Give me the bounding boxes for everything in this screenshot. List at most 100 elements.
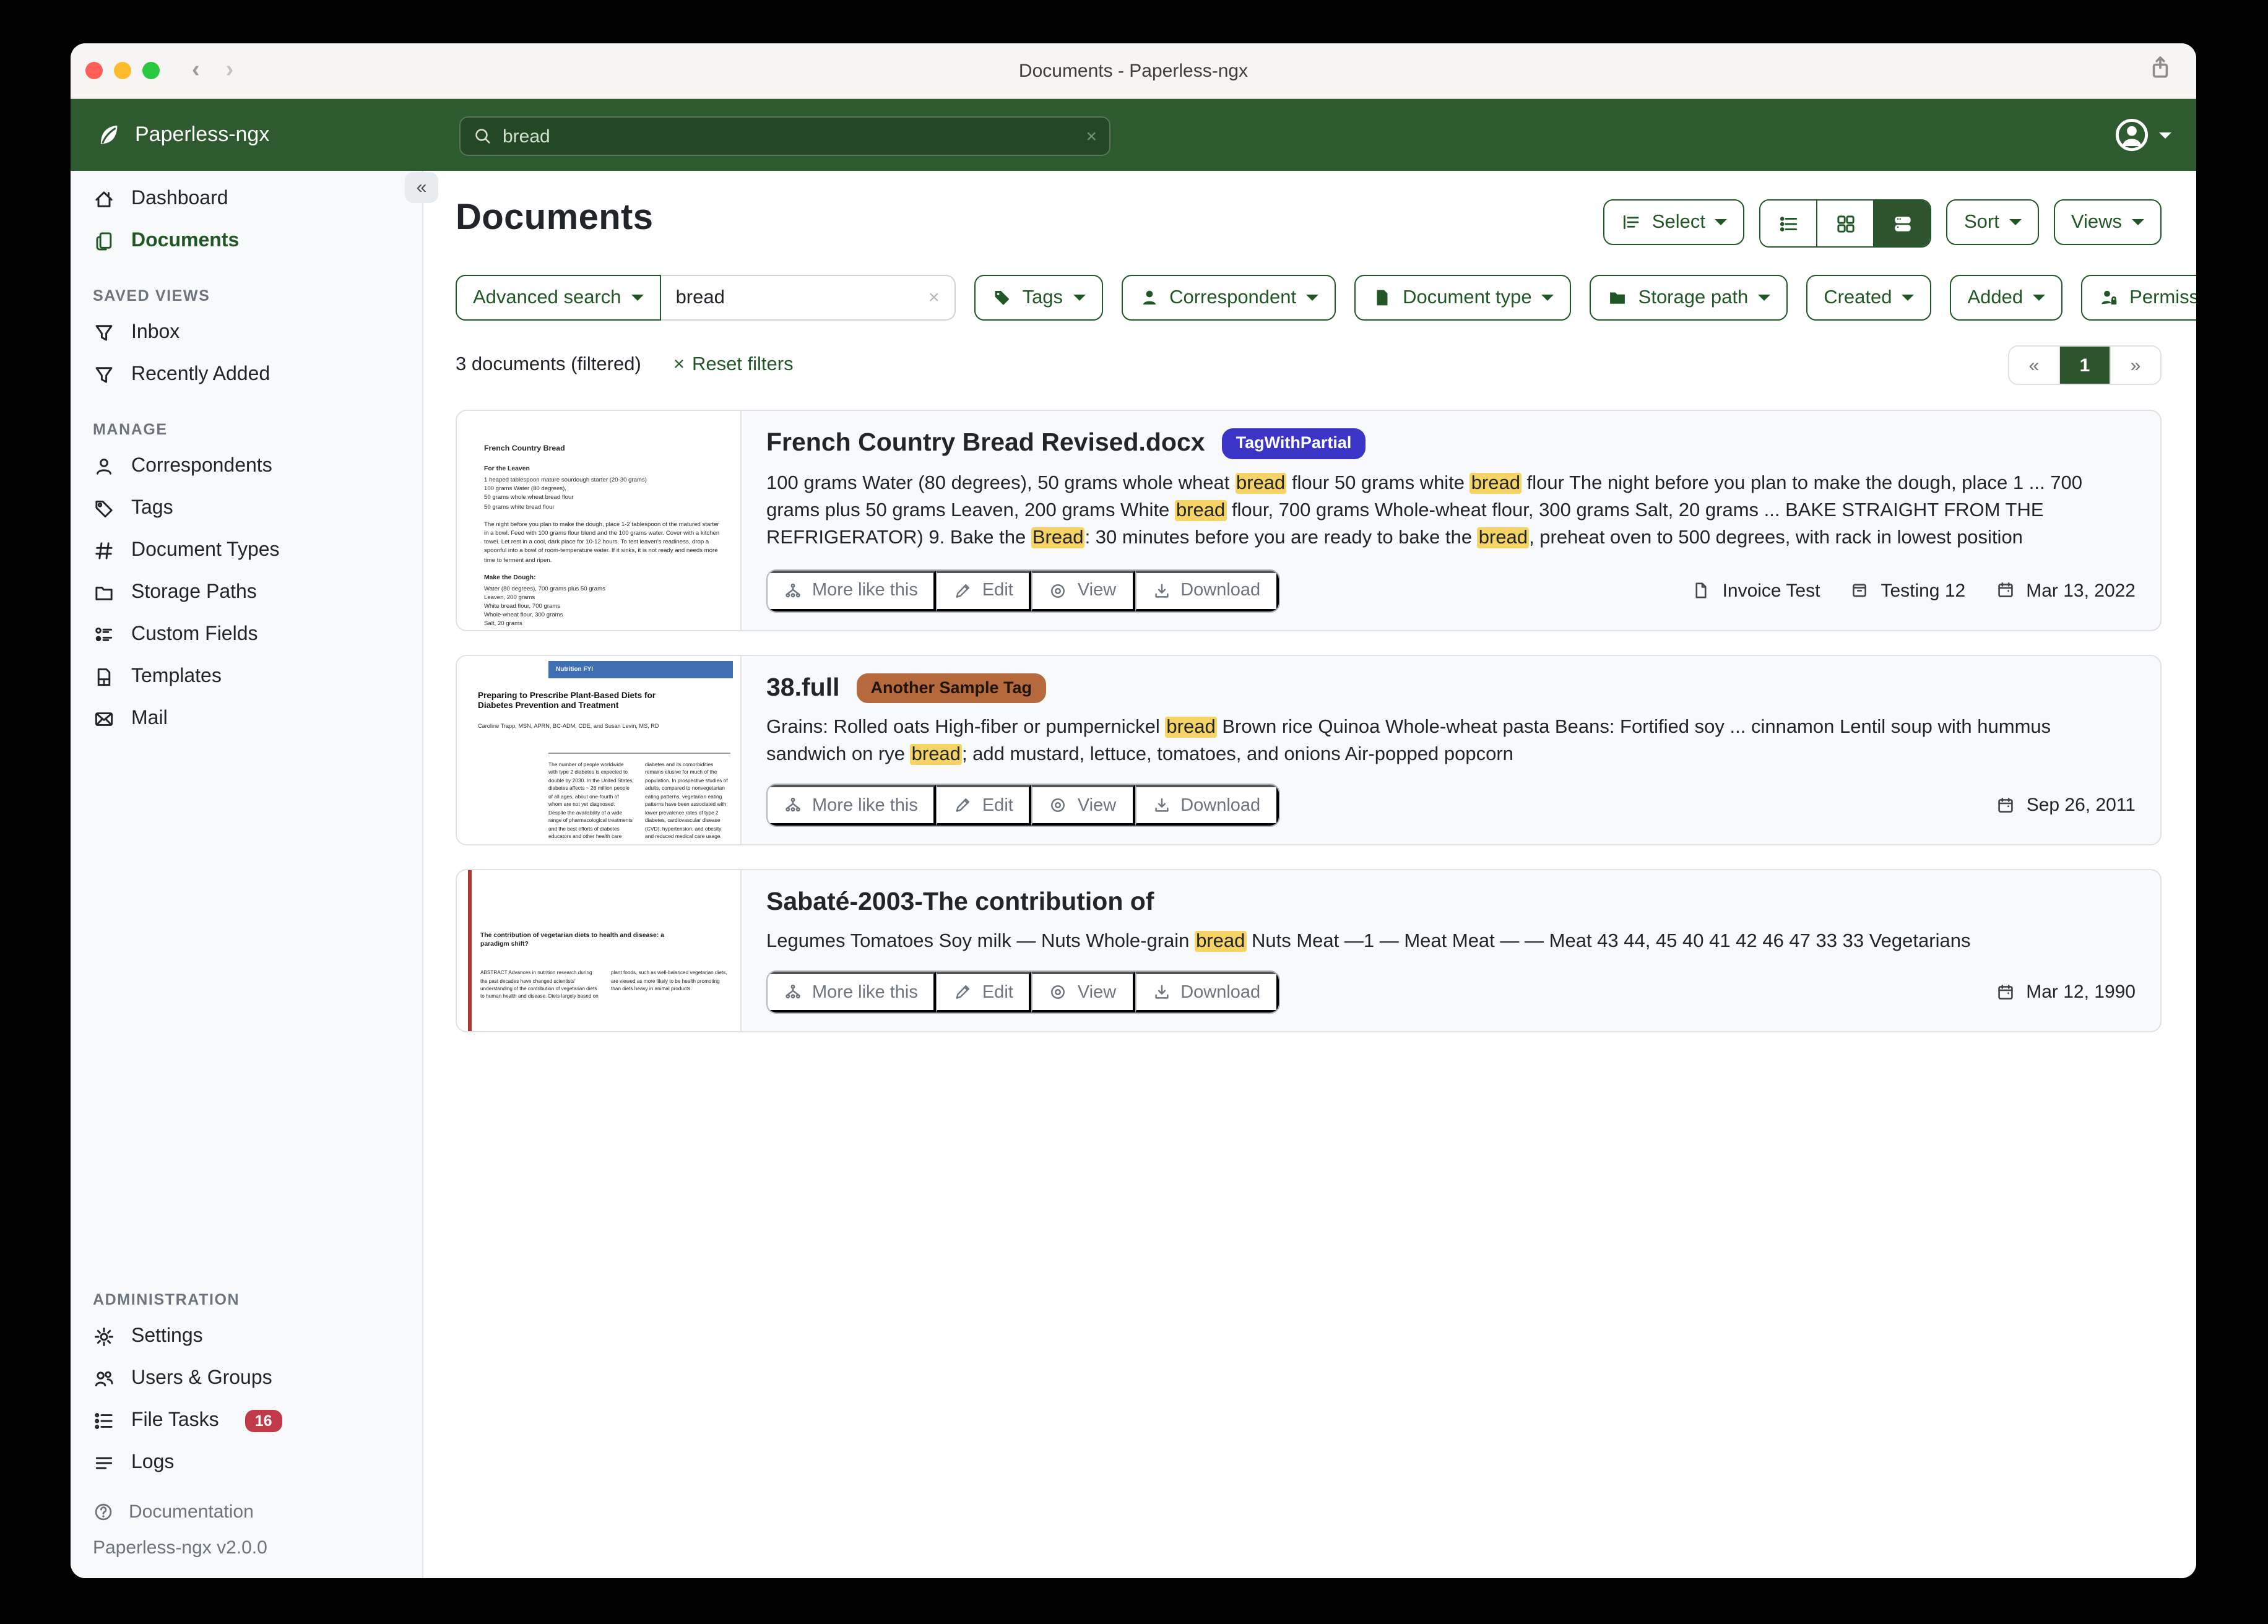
pagination: « 1 » [2008,345,2162,385]
search-clear-icon[interactable]: × [1086,126,1097,147]
sidebar-item-label: Correspondents [131,456,272,478]
meta-box[interactable]: Testing 12 [1850,580,1965,601]
reset-filters-link[interactable]: × Reset filters [673,354,794,376]
sidebar-item-inbox[interactable]: Inbox [71,312,422,354]
sidebar-collapse-button[interactable]: « [405,172,438,203]
sidebar-item-documents[interactable]: Documents [71,220,422,262]
download-button[interactable]: Download [1135,785,1279,826]
download-button[interactable]: Download [1135,972,1279,1013]
chevron-down-icon [1902,295,1915,301]
document-list: French Country BreadFor the Leaven1 heap… [456,410,2162,1033]
sidebar: « DashboardDocumentsSAVED VIEWSInboxRece… [71,171,423,1578]
view-button[interactable]: View [1032,972,1135,1013]
logs-icon [93,1452,115,1474]
pagination-prev-button[interactable]: « [2009,347,2059,384]
tag-tagwithpartial[interactable]: TagWithPartial [1223,428,1366,459]
tag-another-sample-tag[interactable]: Another Sample Tag [857,673,1046,704]
chevron-down-icon [2132,219,2144,225]
meta-file[interactable]: Invoice Test [1692,580,1820,601]
more-like-this-button[interactable]: More like this [768,570,937,611]
sidebar-item-custom-fields[interactable]: Custom Fields [71,614,422,656]
advanced-search-label: Advanced search [473,287,621,309]
app-header: Paperless-ngx bread × [71,99,2196,171]
download-icon [1152,797,1171,815]
window-title: Documents - Paperless-ngx [71,60,2196,81]
advanced-search-dropdown[interactable]: Advanced search [456,275,661,321]
views-button[interactable]: Views [2054,199,2162,245]
filter-correspondent-button[interactable]: Correspondent [1121,275,1336,321]
action-label: View [1078,796,1116,816]
document-thumbnail[interactable]: French Country BreadFor the Leaven1 heap… [457,411,742,629]
more-like-this-button[interactable]: More like this [768,785,937,826]
view-mode-detail-button[interactable] [1874,201,1931,246]
sidebar-item-label: Tags [131,498,173,520]
sidebar-item-settings[interactable]: Settings [71,1315,422,1357]
advanced-search-group: Advanced search bread × [456,275,956,321]
share-icon[interactable] [2147,54,2174,82]
documents-icon [93,230,115,253]
filter-tags-button[interactable]: Tags [974,275,1103,321]
user-menu[interactable] [2113,116,2171,153]
more-like-this-button[interactable]: More like this [768,972,937,1013]
document-title[interactable]: Sabaté-2003-The contribution of [766,888,1154,918]
document-thumbnail[interactable]: Nutrition FYIPreparing to Prescribe Plan… [457,655,742,845]
sidebar-item-logs[interactable]: Logs [71,1442,422,1484]
edit-button[interactable]: Edit [937,570,1032,611]
sidebar-item-label: Storage Paths [131,582,257,604]
chevron-down-icon [1542,295,1554,301]
document-title[interactable]: French Country Bread Revised.docx [766,429,1205,459]
view-button[interactable]: View [1032,570,1135,611]
document-snippet: Legumes Tomatoes Soy milk — Nuts Whole-g… [766,929,2136,956]
sidebar-item-tags[interactable]: Tags [71,488,422,530]
sidebar-item-recently-added[interactable]: Recently Added [71,354,422,396]
meta-calendar[interactable]: Sep 26, 2011 [1996,795,2136,816]
filter-label: Tags [1023,287,1063,309]
meta-calendar[interactable]: Mar 12, 1990 [1995,982,2136,1003]
filter-added-button[interactable]: Added [1950,275,2063,321]
sidebar-item-label: Mail [131,708,168,730]
pagination-page-1[interactable]: 1 [2059,347,2110,384]
sidebar-item-label: Custom Fields [131,624,258,646]
sort-button[interactable]: Sort [1947,199,2039,245]
edit-button[interactable]: Edit [937,972,1032,1013]
tag-icon [93,498,115,520]
sidebar-item-storage-paths[interactable]: Storage Paths [71,572,422,614]
sidebar-section-title: MANAGE [71,396,422,446]
action-label: Download [1180,581,1260,600]
pencil-icon [954,797,972,815]
brand[interactable]: Paperless-ngx [95,121,269,149]
view-mode-grid-button[interactable] [1817,201,1874,246]
document-card: Nutrition FYIPreparing to Prescribe Plan… [456,654,2162,846]
select-button[interactable]: Select [1604,199,1745,245]
sidebar-item-mail[interactable]: Mail [71,698,422,740]
sidebar-item-file-tasks[interactable]: File Tasks 16 [71,1399,422,1442]
sidebar-item-users-groups[interactable]: Users & Groups [71,1357,422,1399]
download-icon [1152,581,1171,600]
filter-permissions-button[interactable]: Permissions [2081,275,2196,321]
sidebar-item-label: File Tasks [131,1410,219,1432]
meta-calendar[interactable]: Mar 13, 2022 [1995,580,2136,601]
pagination-next-button[interactable]: » [2110,347,2160,384]
sidebar-item-templates[interactable]: Templates [71,656,422,698]
view-button[interactable]: View [1032,785,1135,826]
global-search-input[interactable]: bread × [459,116,1110,156]
filter-storage-path-button[interactable]: Storage path [1590,275,1788,321]
filter-document-type-button[interactable]: Document type [1354,275,1572,321]
download-button[interactable]: Download [1135,570,1279,611]
document-title[interactable]: 38.full [766,673,840,703]
documentation-link[interactable]: Documentation [93,1501,400,1522]
help-icon [93,1501,114,1522]
clear-query-icon[interactable]: × [928,287,940,308]
filter-created-button[interactable]: Created [1806,275,1931,321]
sidebar-item-correspondents[interactable]: Correspondents [71,446,422,488]
sidebar-item-dashboard[interactable]: Dashboard [71,178,422,220]
meta-label: Testing 12 [1881,580,1965,601]
file-tasks-badge: 16 [245,1409,282,1432]
filter-query-input[interactable]: bread × [661,275,956,321]
thumbnail-body: ABSTRACT Advances in nutrition research … [480,970,730,1027]
document-thumbnail[interactable]: The contribution of vegetarian diets to … [457,871,742,1032]
edit-button[interactable]: Edit [937,785,1032,826]
chevron-down-icon [2159,132,2171,138]
view-mode-list-button[interactable] [1761,201,1817,246]
sidebar-item-document-types[interactable]: Document Types [71,530,422,572]
